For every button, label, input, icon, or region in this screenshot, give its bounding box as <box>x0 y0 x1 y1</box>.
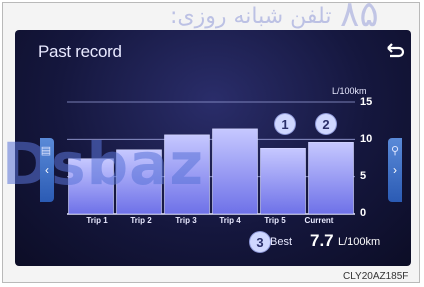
left-arrow-icon: ‹ <box>45 163 49 177</box>
best-label: Best <box>270 236 293 248</box>
x-tick-label: Trip 1 <box>86 216 108 225</box>
right-arrow-icon: › <box>393 163 397 177</box>
watermark-number: ۸۵ <box>340 0 379 35</box>
back-button[interactable] <box>384 42 406 60</box>
menu-icon: ▤ <box>40 145 52 157</box>
x-tick-label: Current <box>304 216 334 225</box>
y-unit-label: L/100km <box>332 86 367 96</box>
callout-marker-2: 2 <box>316 114 336 134</box>
x-tick-label: Trip 5 <box>264 216 286 225</box>
best-value: 7.7 <box>310 231 334 250</box>
x-tick-label: Trip 2 <box>130 216 152 225</box>
y-tick-label: 15 <box>360 96 373 108</box>
y-tick-label: 10 <box>360 133 373 145</box>
figure-code: CLY20AZ185F <box>343 271 409 282</box>
best-unit: L/100km <box>338 236 381 248</box>
callout-marker-1: 1 <box>275 114 295 134</box>
bar-current <box>308 142 354 215</box>
bar-trip-5 <box>260 147 306 215</box>
search-icon: ⚲ <box>390 145 400 157</box>
y-tick-label: 0 <box>360 207 367 219</box>
callout-marker-3: 3 <box>250 232 270 252</box>
x-tick-label: Trip 3 <box>175 216 197 225</box>
x-tick-label: Trip 4 <box>219 216 241 225</box>
bar-trip-4 <box>212 128 258 215</box>
watermark-logo: Dsbaz <box>2 130 205 198</box>
watermark-text: تلفن شبانه روزی: <box>170 4 332 29</box>
page-title: Past record <box>38 42 122 61</box>
y-tick-label: 5 <box>360 170 367 182</box>
